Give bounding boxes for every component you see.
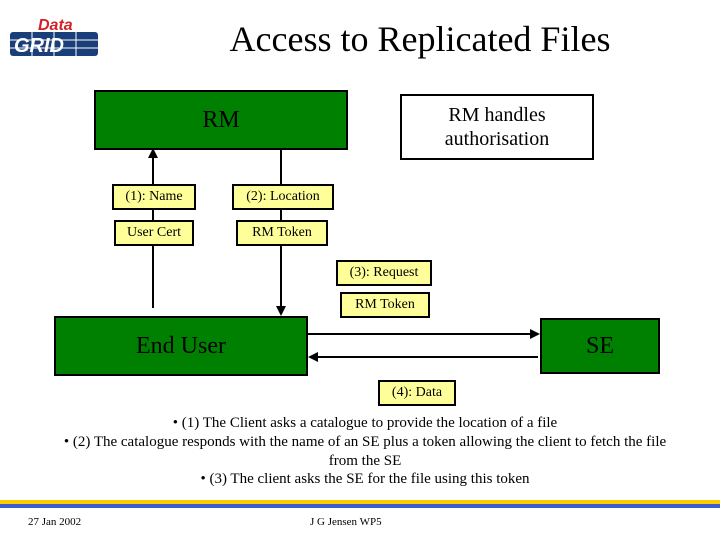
logo-top-text: Data — [38, 17, 73, 34]
rm-note-text: RM handles authorisation — [402, 103, 592, 151]
rm-token-right-label-box: RM Token — [340, 292, 430, 318]
se-box: SE — [540, 318, 660, 374]
rm-label: RM — [202, 107, 239, 134]
rm-box: RM — [94, 90, 348, 150]
footer-center: J G Jensen WP5 — [310, 516, 382, 528]
step1-label: (1): Name — [125, 189, 182, 205]
datagrid-logo: Data GRID — [8, 14, 104, 67]
end-user-label: End User — [136, 333, 226, 360]
bullet-1: • (1) The Client asks a catalogue to pro… — [60, 414, 670, 433]
step2-label-box: (2): Location — [232, 184, 334, 210]
step3-label-box: (3): Request — [336, 260, 432, 286]
rm-token-right-label: RM Token — [355, 297, 415, 313]
footer-bar-blue — [0, 504, 720, 508]
arrow-step4-line — [316, 356, 538, 358]
se-label: SE — [586, 333, 614, 360]
step1-label-box: (1): Name — [112, 184, 196, 210]
footer-date: 27 Jan 2002 — [28, 516, 81, 528]
slide-title: Access to Replicated Files — [150, 18, 690, 60]
rm-token-down-label-box: RM Token — [236, 220, 328, 246]
bullet-2: • (2) The catalogue responds with the na… — [60, 433, 670, 471]
arrow-step3-head — [530, 329, 540, 339]
arrow-step4-head — [308, 352, 318, 362]
arrow-step1-head — [148, 148, 158, 158]
logo-bottom-text: GRID — [14, 35, 64, 57]
arrow-step3-line — [308, 333, 532, 335]
bullets-block: • (1) The Client asks a catalogue to pro… — [60, 414, 670, 489]
arrow-step2-head — [276, 306, 286, 316]
step2-label: (2): Location — [246, 189, 319, 205]
bullet-3: • (3) The client asks the SE for the fil… — [60, 470, 670, 489]
end-user-box: End User — [54, 316, 308, 376]
rm-note-box: RM handles authorisation — [400, 94, 594, 160]
step4-label: (4): Data — [392, 385, 442, 401]
user-cert-label: User Cert — [127, 225, 181, 241]
rm-token-down-label: RM Token — [252, 225, 312, 241]
user-cert-label-box: User Cert — [114, 220, 194, 246]
slide: Data GRID Access to Replicated Files RM … — [0, 0, 720, 540]
step4-label-box: (4): Data — [378, 380, 456, 406]
step3-label: (3): Request — [350, 265, 419, 281]
